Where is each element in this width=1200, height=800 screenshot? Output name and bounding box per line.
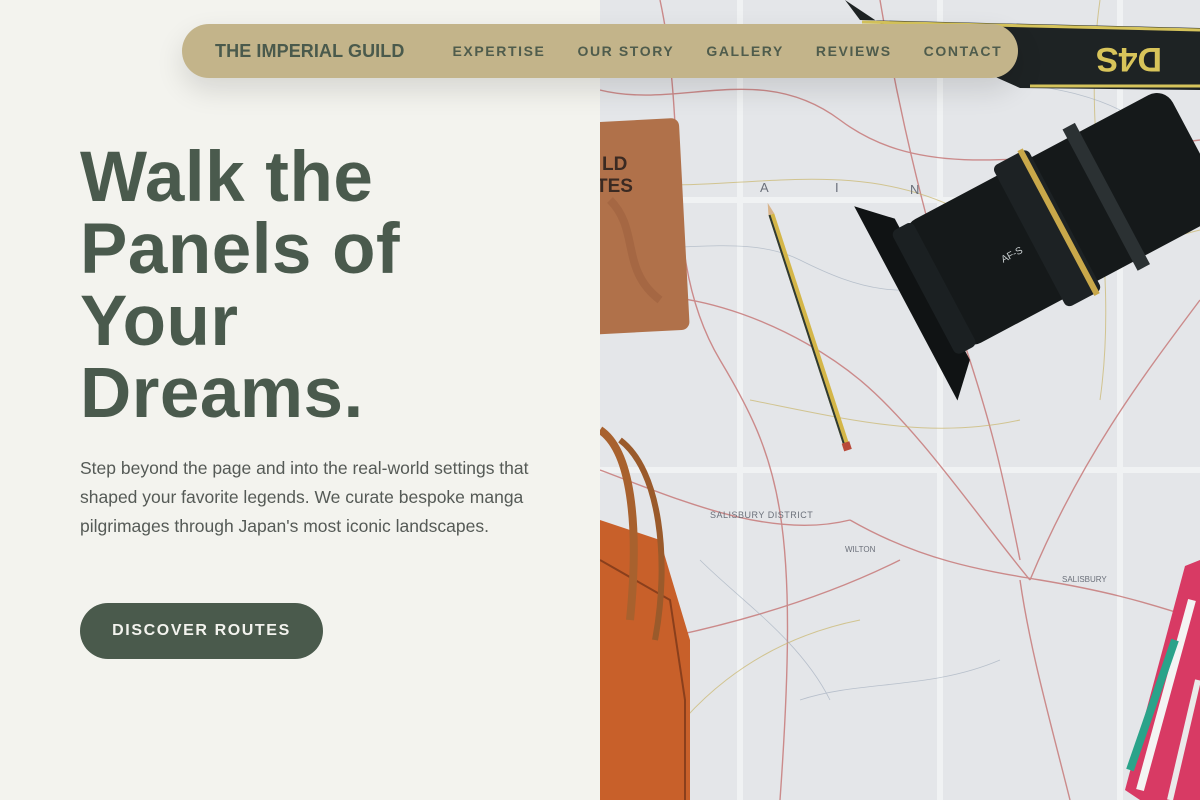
nav-link-contact[interactable]: CONTACT (924, 43, 1003, 59)
map-label-wilton: WILTON (845, 545, 876, 554)
notebook-text-1: LD (602, 154, 627, 175)
nav-links: EXPERTISE OUR STORY GALLERY REVIEWS CONT… (452, 43, 1002, 59)
map-label-n: N (910, 182, 919, 197)
nav-link-our-story[interactable]: OUR STORY (577, 43, 674, 59)
nav-link-reviews[interactable]: REVIEWS (816, 43, 892, 59)
nav-link-gallery[interactable]: GALLERY (706, 43, 784, 59)
discover-routes-button[interactable]: DISCOVER ROUTES (80, 603, 323, 659)
map-label-district: SALISBURY DISTRICT (710, 510, 813, 520)
map-label-i: I (835, 180, 839, 195)
strap-text: D4S (1096, 40, 1162, 78)
hero-headline: Walk the Panels of Your Dreams. (80, 138, 401, 433)
brand-logo[interactable]: THE IMPERIAL GUILD (215, 41, 404, 62)
hero-image: L A I N SALISBURY DISTRICT WILTON SALISB… (600, 0, 1200, 800)
hero-subtext: Step beyond the page and into the real-w… (80, 458, 529, 536)
travel-flatlay-illustration: L A I N SALISBURY DISTRICT WILTON SALISB… (600, 0, 1200, 800)
top-navigation: THE IMPERIAL GUILD EXPERTISE OUR STORY G… (182, 24, 1018, 78)
notebook-image: LD TES (600, 118, 690, 335)
map-label-salisbury: SALISBURY (1062, 575, 1107, 584)
notebook-text-2: TES (600, 176, 633, 197)
map-label-a: A (760, 180, 769, 195)
nav-link-expertise[interactable]: EXPERTISE (452, 43, 545, 59)
